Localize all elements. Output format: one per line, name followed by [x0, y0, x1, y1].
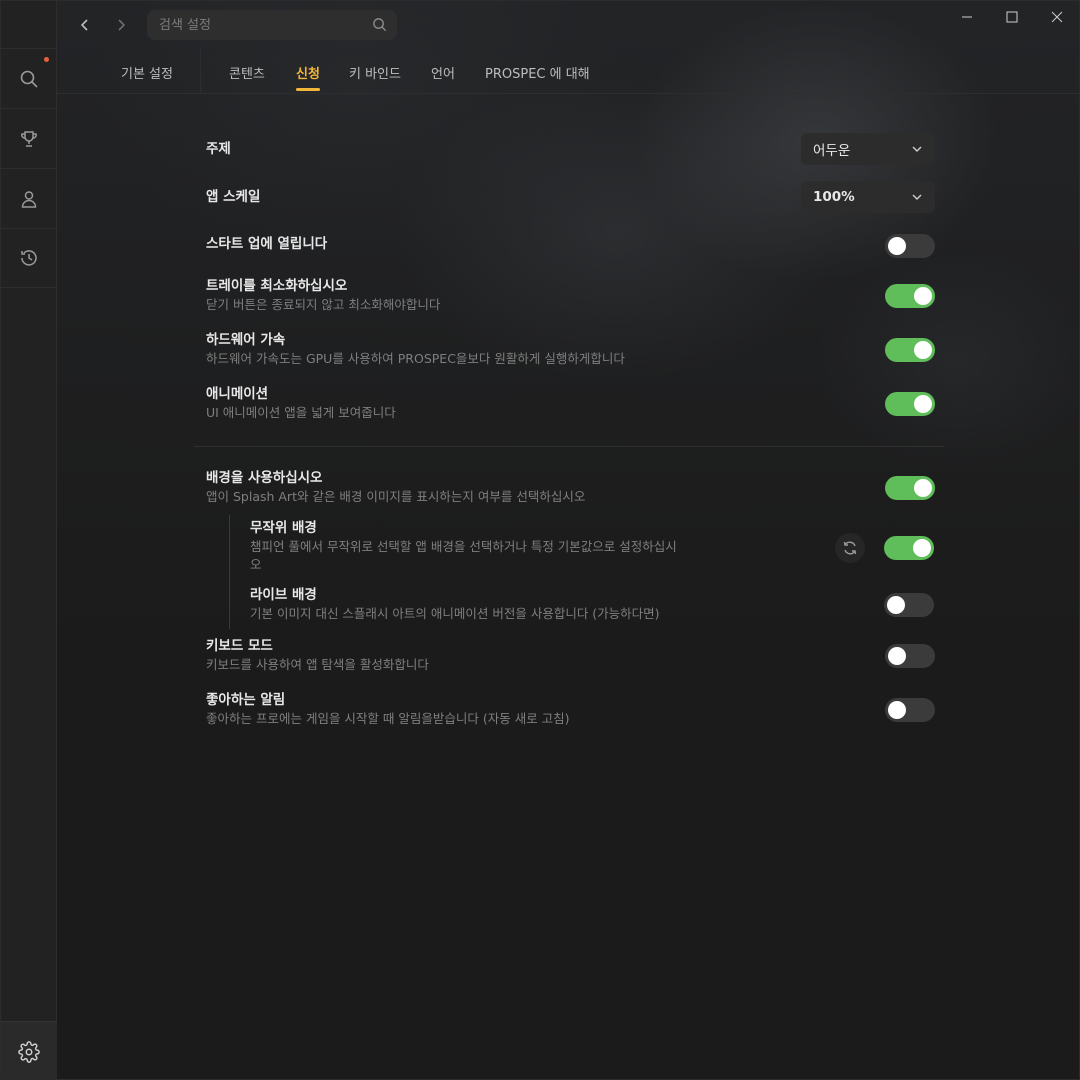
setting-description: 챔피언 풀에서 무작위로 선택할 앱 배경을 선택하거나 특정 기본값으로 설정…: [250, 539, 677, 554]
setting-favorite-alerts: 좋아하는 알림 좋아하는 프로에는 게임을 시작할 때 알림을받습니다 (자동 …: [206, 691, 935, 729]
tab-content[interactable]: 콘텐츠: [229, 63, 265, 82]
minimize-button[interactable]: [944, 1, 990, 33]
close-icon: [1051, 11, 1063, 23]
search-input[interactable]: [159, 17, 359, 33]
setting-animation: 애니메이션 UI 애니메이션 앱을 넓게 보여줍니다: [206, 385, 935, 423]
hwaccel-toggle[interactable]: [885, 338, 935, 362]
setting-description: 하드웨어 가속도는 GPU를 사용하여 PROSPEC을보다 원활하게 실행하게…: [206, 351, 625, 366]
random-background-toggle[interactable]: [884, 536, 934, 560]
setting-minimize-to-tray: 트레이를 최소화하십시오 닫기 버튼은 종료되지 않고 최소화해야합니다: [206, 277, 935, 315]
dropdown-value: 100%: [813, 189, 855, 205]
tab-language[interactable]: 언어: [431, 63, 455, 82]
notification-dot: [44, 57, 49, 62]
toggle-knob: [887, 596, 905, 614]
setting-description: 기본 이미지 대신 스플래시 아트의 애니메이션 버전을 사용합니다 (가능하다…: [250, 606, 660, 621]
setting-use-background: 배경을 사용하십시오 앱이 Splash Art와 같은 배경 이미지를 표시하…: [206, 469, 935, 507]
setting-startup: 스타트 업에 열립니다: [206, 234, 935, 258]
chevron-down-icon: [912, 146, 922, 152]
settings-tabs: 기본 설정 콘텐츠 신청 키 바인드 언어 PROSPEC 에 대해: [57, 49, 1079, 94]
setting-title: 애니메이션: [206, 386, 269, 402]
trophy-icon: [21, 130, 37, 147]
setting-title: 키보드 모드: [206, 638, 273, 654]
dropdown-value: 어두운: [813, 143, 851, 159]
setting-theme: 주제 어두운: [206, 133, 935, 165]
setting-title: 스타트 업에 열립니다: [206, 236, 328, 252]
toggle-knob: [914, 287, 932, 305]
chevron-left-icon: [80, 19, 88, 31]
setting-title: 하드웨어 가속: [206, 332, 286, 348]
tab-general[interactable]: 기본 설정: [121, 63, 173, 82]
back-button[interactable]: [71, 11, 99, 39]
sidebar-item-profile[interactable]: [1, 168, 57, 228]
gear-icon: [18, 1040, 40, 1063]
active-tab-indicator: [296, 88, 320, 91]
setting-title: 트레이를 최소화하십시오: [206, 278, 348, 294]
tab-about[interactable]: PROSPEC 에 대해: [485, 63, 590, 82]
minimize-icon: [962, 16, 972, 18]
animation-toggle[interactable]: [885, 392, 935, 416]
tab-divider: [200, 49, 201, 94]
app-window: 기본 설정 콘텐츠 신청 키 바인드 언어 PROSPEC 에 대해 주제 어두…: [0, 0, 1080, 1080]
maximize-icon: [1006, 11, 1018, 23]
chevron-down-icon: [912, 194, 922, 200]
sidebar-item-search[interactable]: [1, 48, 57, 108]
history-icon: [21, 250, 37, 266]
toggle-knob: [914, 395, 932, 413]
user-icon: [21, 190, 37, 208]
startup-toggle[interactable]: [885, 234, 935, 258]
theme-dropdown[interactable]: 어두운: [801, 133, 935, 165]
toggle-knob: [913, 539, 931, 557]
setting-description: 닫기 버튼은 종료되지 않고 최소화해야합니다: [206, 297, 441, 312]
favorite-alerts-toggle[interactable]: [885, 698, 935, 722]
chevron-right-icon: [118, 19, 126, 31]
setting-hardware-acceleration: 하드웨어 가속 하드웨어 가속도는 GPU를 사용하여 PROSPEC을보다 원…: [206, 331, 935, 369]
section-divider: [194, 446, 944, 447]
search-box: [147, 10, 397, 40]
toggle-knob: [888, 237, 906, 255]
sidebar-item-history[interactable]: [1, 228, 57, 288]
setting-title: 무작위 배경: [250, 520, 317, 536]
keyboard-mode-toggle[interactable]: [885, 644, 935, 668]
tab-keybinds[interactable]: 키 바인드: [349, 63, 401, 82]
setting-description-cont: 오: [250, 557, 262, 572]
setting-title: 좋아하는 알림: [206, 692, 286, 708]
setting-description: 앱이 Splash Art와 같은 배경 이미지를 표시하는지 여부를 선택하십…: [206, 489, 586, 504]
sidebar-item-trophy[interactable]: [1, 108, 57, 168]
maximize-button[interactable]: [989, 1, 1035, 33]
scale-dropdown[interactable]: 100%: [801, 181, 935, 213]
setting-title: 배경을 사용하십시오: [206, 470, 323, 486]
tab-application[interactable]: 신청: [296, 63, 320, 82]
live-background-toggle[interactable]: [884, 593, 934, 617]
search-icon[interactable]: [372, 17, 387, 36]
setting-description: UI 애니메이션 앱을 넓게 보여줍니다: [206, 405, 396, 420]
refresh-icon: [843, 541, 857, 555]
search-icon: [20, 70, 38, 88]
tray-toggle[interactable]: [885, 284, 935, 308]
setting-keyboard-mode: 키보드 모드 키보드를 사용하여 앱 탐색을 활성화합니다: [206, 637, 935, 675]
sub-setting-indent-line: [229, 515, 230, 629]
setting-title: 라이브 배경: [250, 587, 317, 603]
sidebar-item-settings[interactable]: [1, 1021, 57, 1079]
setting-description: 키보드를 사용하여 앱 탐색을 활성화합니다: [206, 657, 429, 672]
toggle-knob: [888, 701, 906, 719]
forward-button[interactable]: [107, 11, 135, 39]
setting-random-background: 무작위 배경 챔피언 풀에서 무작위로 선택할 앱 배경을 선택하거나 특정 기…: [250, 519, 935, 575]
setting-live-background: 라이브 배경 기본 이미지 대신 스플래시 아트의 애니메이션 버전을 사용합니…: [250, 586, 935, 624]
toggle-knob: [914, 341, 932, 359]
sidebar: [1, 1, 57, 1079]
close-button[interactable]: [1034, 1, 1079, 33]
background-toggle[interactable]: [885, 476, 935, 500]
setting-description: 좋아하는 프로에는 게임을 시작할 때 알림을받습니다 (자동 새로 고침): [206, 711, 570, 726]
setting-app-scale: 앱 스케일 100%: [206, 181, 935, 213]
toggle-knob: [888, 647, 906, 665]
toggle-knob: [914, 479, 932, 497]
refresh-background-button[interactable]: [835, 533, 865, 563]
